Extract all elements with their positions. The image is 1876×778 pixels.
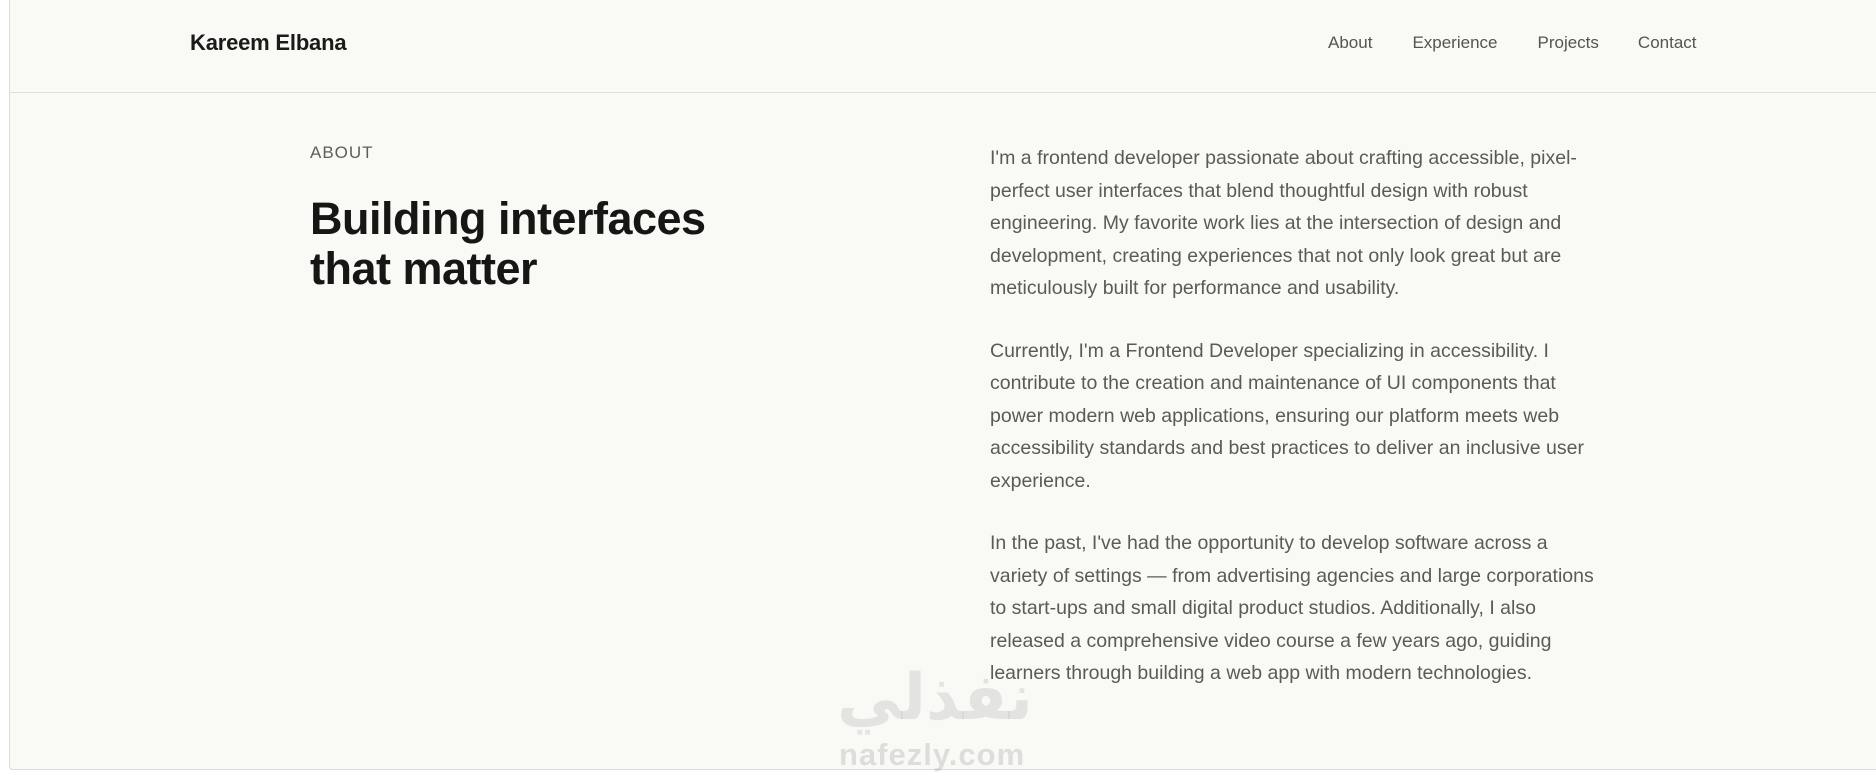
nav-item-about: About xyxy=(1328,31,1372,55)
bio-text: I'm a frontend developer passionate abou… xyxy=(990,142,1605,720)
nav-item-projects: Projects xyxy=(1538,31,1599,55)
nav-link-experience[interactable]: Experience xyxy=(1412,33,1497,52)
section-headline: Building interfaces that matter xyxy=(310,194,790,294)
bio-paragraph: I'm a frontend developer passionate abou… xyxy=(990,147,1577,299)
bio-paragraph: In the past, I've had the opportunity to… xyxy=(990,532,1594,684)
nav-item-experience: Experience xyxy=(1412,31,1497,55)
nav-link-contact[interactable]: Contact xyxy=(1638,33,1697,52)
page-frame: Kareem Elbana About Experience Projects … xyxy=(9,0,1876,770)
headline-line-2: that matter xyxy=(310,243,538,294)
headline-line-1: Building interfaces xyxy=(310,193,706,244)
main-nav: About Experience Projects Contact xyxy=(1310,31,1697,55)
nav-link-projects[interactable]: Projects xyxy=(1538,33,1599,52)
nav-item-contact: Contact xyxy=(1638,31,1697,55)
site-header: Kareem Elbana About Experience Projects … xyxy=(10,0,1876,93)
brand-logo-link[interactable]: Kareem Elbana xyxy=(190,29,347,57)
section-eyebrow: ABOUT xyxy=(310,143,374,162)
bio-paragraph: Currently, I'm a Frontend Developer spec… xyxy=(990,339,1584,492)
nav-link-about[interactable]: About xyxy=(1328,33,1372,52)
